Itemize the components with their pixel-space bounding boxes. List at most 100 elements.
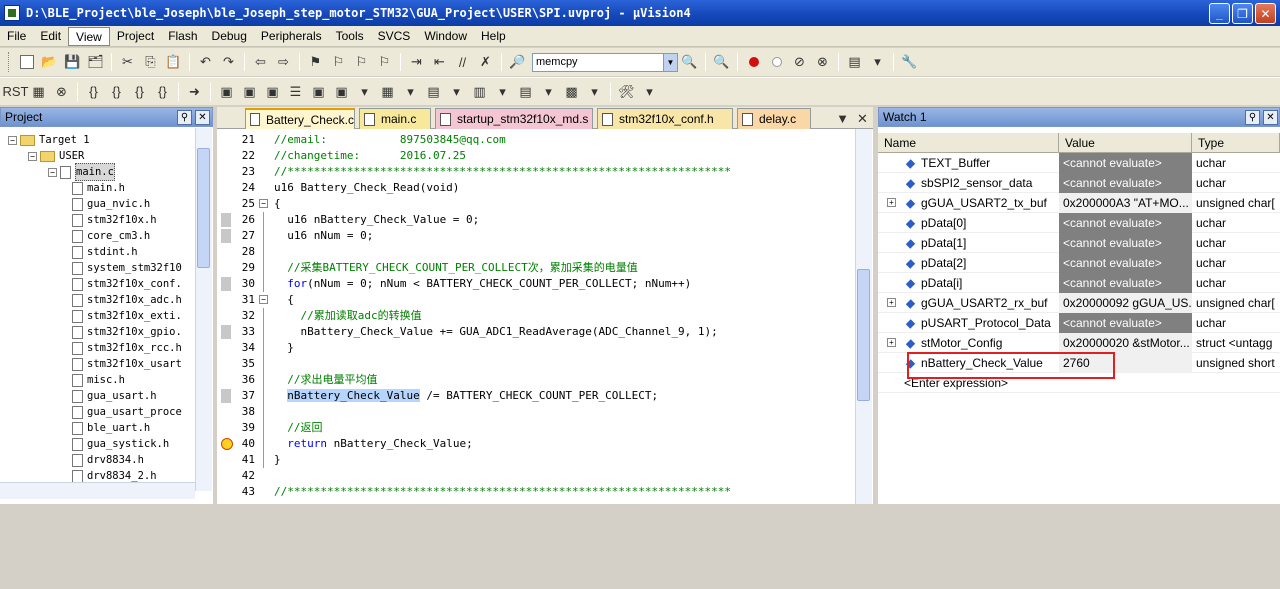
prev-bookmark-icon[interactable]: ⚐ (328, 52, 349, 73)
paste-icon[interactable]: 📋 (163, 52, 184, 73)
next-bookmark-icon[interactable]: ⚐ (351, 52, 372, 73)
watch-name-cell[interactable]: pData[i] (902, 273, 1059, 293)
code-line[interactable]: 41} (217, 452, 857, 468)
tab-battery-check[interactable]: Battery_Check.c (245, 108, 355, 129)
open-folder-icon[interactable]: 📂 (39, 52, 60, 73)
watch-name-cell[interactable]: TEXT_Buffer (902, 153, 1059, 173)
chevron-down-icon[interactable]: ▾ (867, 52, 888, 73)
step-into-icon[interactable]: {} (83, 81, 104, 102)
watch-value[interactable]: 0x200000A3 "AT+MO... (1059, 193, 1192, 213)
run-to-cursor-icon[interactable]: {} (152, 81, 173, 102)
tree-item[interactable]: stm32f10x_gpio. (72, 324, 182, 340)
tree-item[interactable]: core_cm3.h (72, 228, 150, 244)
tab-conf-h[interactable]: stm32f10x_conf.h (597, 108, 733, 129)
code-line[interactable]: 42 (217, 468, 857, 484)
copy-icon[interactable]: ⎘ (140, 52, 161, 73)
menu-debug[interactable]: Debug (205, 27, 254, 46)
code-line[interactable]: 35 (217, 356, 857, 372)
project-vscrollbar[interactable] (195, 128, 212, 491)
watch-value[interactable]: <cannot evaluate> (1059, 313, 1192, 333)
indent-icon[interactable]: ⇥ (406, 52, 427, 73)
chevron-down-icon[interactable]: ▾ (584, 81, 605, 102)
watch-row[interactable]: + gGUA_USART2_rx_buf 0x20000092 gGUA_US...… (878, 293, 1280, 313)
watch-value[interactable]: 0x20000092 gGUA_US... (1059, 293, 1192, 313)
close-icon[interactable]: ✕ (195, 110, 210, 125)
tree-item[interactable]: gua_nvic.h (72, 196, 150, 212)
disable-breakpoint-icon[interactable] (766, 52, 787, 73)
command-window-icon[interactable]: ▣ (216, 81, 237, 102)
watch-name-cell[interactable]: pData[2] (902, 253, 1059, 273)
call-stack-window-icon[interactable]: ▣ (308, 81, 329, 102)
menu-project[interactable]: Project (110, 27, 161, 46)
tree-item[interactable]: gua_usart.h (72, 388, 157, 404)
code-line[interactable]: 22 //changetime: 2016.07.25 (217, 148, 857, 164)
bookmark-icon[interactable]: ⚑ (305, 52, 326, 73)
uncomment-icon[interactable]: ✗ (475, 52, 496, 73)
find-in-files-icon[interactable]: 🔎 (507, 52, 528, 73)
tree-item[interactable]: − Target 1 (8, 132, 90, 148)
tree-item[interactable]: main.h (72, 180, 125, 196)
chevron-down-icon[interactable]: ▾ (446, 81, 467, 102)
watch-name-cell[interactable]: pData[1] (902, 233, 1059, 253)
menu-tools[interactable]: Tools (329, 27, 371, 46)
tree-item[interactable]: stm32f10x_conf. (72, 276, 182, 292)
expand-toggle-icon[interactable]: + (887, 298, 896, 307)
editor-vscrollbar[interactable] (855, 129, 872, 504)
pin-icon[interactable]: ⚲ (177, 110, 192, 125)
save-icon[interactable]: 💾 (62, 52, 83, 73)
pin-icon[interactable]: ⚲ (1245, 110, 1260, 125)
code-line[interactable]: 43 //************************************… (217, 484, 857, 500)
watch-row[interactable]: pData[2] <cannot evaluate> uchar (878, 253, 1280, 273)
watch-value[interactable]: <cannot evaluate> (1059, 213, 1192, 233)
expand-toggle-icon[interactable]: − (8, 135, 17, 145)
code-line[interactable]: 25−{ (217, 196, 857, 212)
tree-item[interactable]: gua_usart_proce (72, 404, 182, 420)
watch-value[interactable]: <cannot evaluate> (1059, 153, 1192, 173)
tree-item[interactable]: drv8834.h (72, 452, 144, 468)
close-button[interactable]: ✕ (1255, 3, 1276, 24)
tab-list-icon[interactable]: ▼ (832, 108, 853, 129)
clear-bookmarks-icon[interactable]: ⚐ (374, 52, 395, 73)
watch-row[interactable]: pData[1] <cannot evaluate> uchar (878, 233, 1280, 253)
watch-name-cell[interactable]: gGUA_USART2_rx_buf (902, 293, 1059, 313)
menu-edit[interactable]: Edit (33, 27, 68, 46)
close-tab-icon[interactable]: ✕ (852, 108, 873, 129)
expand-toggle-icon[interactable]: + (887, 338, 896, 347)
fold-toggle-icon[interactable]: − (259, 199, 268, 208)
code-line[interactable]: 32 //累加读取adc的转换值 (217, 308, 857, 324)
watch-name-cell[interactable]: sbSPI2_sensor_data (902, 173, 1059, 193)
scroll-thumb[interactable] (197, 148, 210, 268)
tree-item[interactable]: stm32f10x_adc.h (72, 292, 182, 308)
watch-name-cell[interactable]: stMotor_Config (902, 333, 1059, 353)
minimize-button[interactable]: _ (1209, 3, 1230, 24)
reset-icon[interactable]: RST (3, 81, 29, 102)
watch-value[interactable]: <cannot evaluate> (1059, 233, 1192, 253)
code-line[interactable]: 31− { (217, 292, 857, 308)
disable-all-breakpoints-icon[interactable]: ⊘ (789, 52, 810, 73)
analysis-window-icon[interactable]: ▥ (469, 81, 490, 102)
redo-icon[interactable]: ↷ (218, 52, 239, 73)
menu-view[interactable]: View (68, 26, 110, 46)
cut-icon[interactable]: ✂ (117, 52, 138, 73)
code-line[interactable]: 38 (217, 404, 857, 420)
project-hscrollbar[interactable] (0, 482, 195, 499)
code-line[interactable]: 27 u16 nNum = 0; (217, 228, 857, 244)
configure-icon[interactable]: 🔧 (899, 52, 920, 73)
tree-item[interactable]: − main.c (48, 163, 115, 181)
code-line[interactable]: 40 return nBattery_Check_Value; (217, 436, 857, 452)
symbols-window-icon[interactable]: ▣ (262, 81, 283, 102)
chevron-down-icon[interactable]: ▼ (663, 53, 677, 71)
scroll-thumb[interactable] (857, 269, 870, 401)
nav-forward-icon[interactable]: ⇨ (273, 52, 294, 73)
expand-toggle-icon[interactable]: − (28, 151, 37, 161)
kill-all-breakpoints-icon[interactable]: ⊗ (812, 52, 833, 73)
tab-main-c[interactable]: main.c (359, 108, 431, 129)
menu-peripherals[interactable]: Peripherals (254, 27, 329, 46)
watch-row[interactable]: sbSPI2_sensor_data <cannot evaluate> uchar (878, 173, 1280, 193)
code-line[interactable]: 23 //************************************… (217, 164, 857, 180)
code-line[interactable]: 33 nBattery_Check_Value += GUA_ADC1_Read… (217, 324, 857, 340)
chevron-down-icon[interactable]: ▾ (538, 81, 559, 102)
code-line[interactable]: 39 //返回 (217, 420, 857, 436)
tree-item[interactable]: gua_systick.h (72, 436, 169, 452)
watch-name-cell[interactable]: pData[0] (902, 213, 1059, 233)
